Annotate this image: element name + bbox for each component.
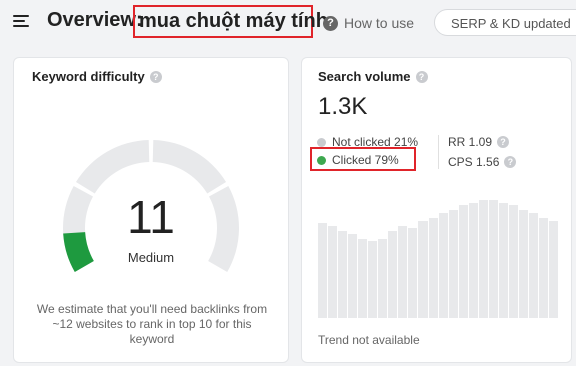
search-volume-title: Search volume — [318, 69, 411, 84]
cps-label: CPS 1.56 — [448, 155, 500, 169]
trend-bar — [498, 202, 508, 318]
keyword-difficulty-title: Keyword difficulty — [32, 69, 145, 84]
trend-bar — [318, 223, 328, 318]
keyword-title: mua chuột máy tính — [133, 5, 328, 38]
hamburger-menu-icon[interactable] — [13, 13, 31, 29]
trend-bar — [388, 230, 398, 318]
trend-bar — [528, 213, 539, 318]
trend-bar — [428, 218, 438, 318]
kd-label: Medium — [127, 250, 175, 265]
trend-note: Trend not available — [318, 333, 420, 347]
trend-bar — [368, 241, 378, 318]
gauge-segment — [75, 140, 150, 194]
trend-bar — [338, 230, 348, 318]
trend-bar — [358, 238, 368, 318]
rr-help-icon[interactable]: ? — [497, 136, 510, 148]
keyword-difficulty-heading: Keyword difficulty ? — [32, 69, 162, 84]
page-title: Overview: — [47, 9, 143, 31]
stats-divider — [438, 135, 439, 169]
clicked-highlight-box — [310, 147, 416, 171]
search-volume-value: 1.3K — [318, 93, 368, 120]
top-bar: Overview: mua chuột máy tính ? How to us… — [0, 0, 576, 46]
rr-label: RR 1.09 — [448, 135, 493, 149]
trend-bar — [328, 225, 338, 318]
trend-bar — [508, 205, 518, 318]
trend-bar — [478, 200, 488, 318]
trend-bar — [348, 233, 358, 318]
keyword-difficulty-card: Keyword difficulty ? 11 Medium We estima… — [13, 57, 289, 363]
trend-bar — [488, 200, 498, 318]
trend-bar — [549, 220, 559, 318]
trend-bar — [448, 210, 458, 318]
not-clicked-dot-icon — [317, 137, 326, 147]
search-volume-card: Search volume ? 1.3K Not clicked 21% Cli… — [301, 57, 572, 363]
trend-bar — [458, 205, 468, 318]
sv-help-icon[interactable]: ? — [415, 70, 428, 83]
cps-help-icon[interactable]: ? — [504, 156, 517, 168]
kd-note: We estimate that you'll need backlinks f… — [36, 302, 268, 346]
cps-stat: CPS 1.56 ? — [448, 155, 517, 169]
search-volume-heading: Search volume ? — [318, 69, 428, 84]
serp-update-pill[interactable]: SERP & KD updated — [434, 9, 576, 36]
how-to-use-label: How to use — [344, 15, 415, 31]
kd-help-icon[interactable]: ? — [149, 70, 162, 83]
how-to-use-link[interactable]: ? How to use — [323, 15, 414, 31]
trend-bar — [438, 213, 448, 318]
gauge-segment — [152, 140, 227, 194]
help-icon: ? — [323, 15, 338, 31]
trend-bar — [378, 238, 388, 318]
trend-bar — [539, 218, 549, 318]
kd-value: 11 — [127, 191, 175, 243]
trend-bar — [408, 228, 418, 318]
trend-placeholder-chart — [318, 190, 559, 318]
trend-bar — [468, 202, 478, 318]
trend-bar — [398, 225, 408, 318]
trend-bar — [418, 220, 428, 318]
rr-stat: RR 1.09 ? — [448, 135, 510, 149]
trend-bar — [518, 210, 528, 318]
